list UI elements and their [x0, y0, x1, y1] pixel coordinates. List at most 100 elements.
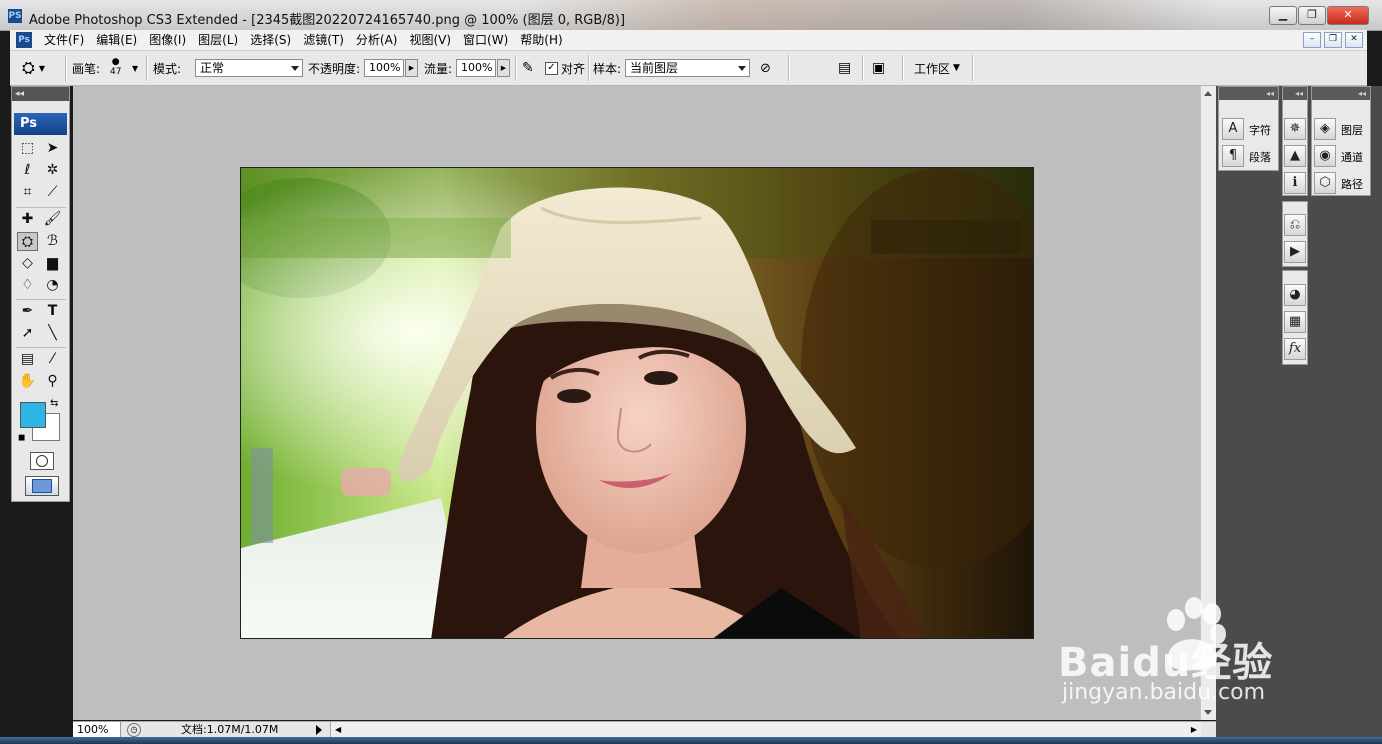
menu-filter[interactable]: 滤镜(T) — [297, 30, 350, 50]
menu-select[interactable]: 选择(S) — [244, 30, 297, 50]
move-tool-icon[interactable]: ➤ — [42, 139, 63, 158]
history-panel-group: ⎌ ▶ — [1282, 201, 1308, 267]
zoom-input[interactable]: 100% — [73, 722, 121, 737]
scroll-left-icon[interactable]: ◀ — [335, 722, 341, 737]
quick-mask-icon — [36, 455, 48, 467]
healing-brush-tool-icon[interactable]: ✚ — [17, 210, 38, 229]
scroll-down-icon[interactable] — [1204, 710, 1212, 715]
close-button[interactable]: ✕ — [1327, 6, 1369, 25]
character-paragraph-panel-group: ◂◂ A 字符 ¶ 段落 — [1218, 86, 1279, 171]
minimize-button[interactable]: ▁ — [1269, 6, 1297, 25]
styles-fx-icon[interactable]: fx — [1284, 338, 1306, 360]
sample-select[interactable]: 当前图层 — [625, 59, 750, 77]
os-taskbar — [0, 737, 1382, 744]
channels-icon[interactable]: ◉ — [1314, 145, 1336, 167]
paths-panel-label[interactable]: 路径 — [1341, 176, 1363, 192]
menu-view[interactable]: 视图(V) — [403, 30, 457, 50]
scroll-up-icon[interactable] — [1204, 91, 1212, 96]
panel-collapse-icon[interactable]: ◂◂ — [1312, 87, 1370, 100]
brush-picker[interactable]: ● 47 — [110, 51, 121, 85]
slice-tool-icon[interactable]: ⟋ — [42, 183, 63, 202]
quick-mask-button[interactable] — [30, 452, 54, 470]
ignore-adjustment-layers-icon[interactable]: ⊘ — [760, 61, 771, 76]
horizontal-scrollbar[interactable]: ◀ ▶ — [330, 722, 1201, 737]
menu-image[interactable]: 图像(I) — [143, 30, 192, 50]
mode-label: 模式: — [153, 61, 182, 76]
crop-tool-icon[interactable]: ⌗ — [17, 183, 38, 202]
aligned-checkbox[interactable]: ✓ 对齐 — [545, 51, 585, 85]
default-colors-icon[interactable]: ◼ — [18, 433, 25, 443]
opacity-input[interactable]: 100% — [364, 59, 404, 77]
doc-minimize-button[interactable]: – — [1303, 32, 1321, 48]
flow-slider-button[interactable]: ▶ — [497, 59, 510, 77]
scroll-right-icon[interactable]: ▶ — [1191, 722, 1197, 737]
histogram-icon[interactable]: ▲ — [1284, 145, 1306, 167]
toolbox-collapse-icon[interactable]: ◂◂ — [12, 87, 69, 101]
clone-stamp-tool-icon: ⛭ — [22, 58, 35, 77]
screen-mode-button[interactable] — [25, 476, 59, 496]
paragraph-icon[interactable]: ¶ — [1222, 145, 1244, 167]
menu-layer[interactable]: 图层(L) — [192, 30, 244, 50]
notes-tool-icon[interactable]: ▤ — [17, 350, 38, 369]
hand-tool-icon[interactable]: ✋ — [17, 372, 38, 391]
path-selection-tool-icon[interactable]: ➚ — [17, 324, 38, 343]
paragraph-panel-label[interactable]: 段落 — [1249, 149, 1271, 165]
workspace-button[interactable]: 工作区 ▼ — [914, 51, 960, 85]
swap-colors-icon[interactable]: ⇆ — [50, 398, 58, 409]
menu-file[interactable]: 文件(F) — [38, 30, 90, 50]
bridge-icon[interactable]: ▣ — [872, 60, 885, 76]
marquee-tool-icon[interactable]: ⬚ — [17, 139, 38, 158]
panel-collapse-icon[interactable]: ◂◂ — [1219, 87, 1278, 100]
flow-input[interactable]: 100% — [456, 59, 496, 77]
swatches-icon[interactable]: ▦ — [1284, 311, 1306, 333]
tool-preset-picker[interactable]: ⛭ ▼ — [22, 51, 45, 85]
layers-icon[interactable]: ◈ — [1314, 118, 1336, 140]
lasso-tool-icon[interactable]: ℓ — [17, 161, 38, 180]
zoom-tool-icon[interactable]: ⚲ — [42, 372, 63, 391]
channels-panel-label[interactable]: 通道 — [1341, 149, 1363, 165]
menu-window[interactable]: 窗口(W) — [457, 30, 514, 50]
foreground-color-swatch[interactable] — [20, 402, 46, 428]
eyedropper-tool-icon[interactable]: ⁄ — [42, 350, 63, 369]
blur-tool-icon[interactable]: ♢ — [17, 276, 38, 295]
dodge-tool-icon[interactable]: ◔ — [42, 276, 63, 295]
status-menu-icon[interactable]: ◷ — [127, 723, 141, 737]
character-icon[interactable]: A — [1222, 118, 1244, 140]
layers-panel-label[interactable]: 图层 — [1341, 122, 1363, 138]
eraser-tool-icon[interactable]: ◇ — [17, 254, 38, 273]
airbrush-icon[interactable]: ✎ — [522, 60, 534, 76]
opacity-slider-button[interactable]: ▶ — [405, 59, 418, 77]
history-brush-tool-icon[interactable]: ℬ — [42, 232, 63, 251]
line-tool-icon[interactable]: ╲ — [42, 324, 63, 343]
menu-analysis[interactable]: 分析(A) — [350, 30, 404, 50]
history-icon[interactable]: ⎌ — [1284, 214, 1306, 236]
mode-select[interactable]: 正常 — [195, 59, 303, 77]
photoshop-logo[interactable]: Ps — [14, 113, 67, 135]
menu-edit[interactable]: 编辑(E) — [90, 30, 143, 50]
brush-tool-icon[interactable]: 🖌 — [42, 210, 63, 229]
color-palette-icon[interactable]: ◕ — [1284, 284, 1306, 306]
flow-label: 流量: — [424, 61, 453, 76]
restore-button[interactable]: ❐ — [1298, 6, 1326, 25]
panel-collapse-icon[interactable]: ◂◂ — [1283, 87, 1307, 100]
character-panel-label[interactable]: 字符 — [1249, 122, 1271, 138]
palette-well-icon[interactable]: ▤ — [838, 60, 851, 76]
paths-icon[interactable]: ⬡ — [1314, 172, 1336, 194]
actions-icon[interactable]: ▶ — [1284, 241, 1306, 263]
status-arrow-icon[interactable] — [316, 725, 322, 735]
gradient-tool-icon[interactable]: ▆ — [42, 254, 63, 273]
document-image[interactable] — [240, 167, 1034, 639]
info-icon[interactable]: ℹ — [1284, 172, 1306, 194]
document-app-icon[interactable]: Ps — [16, 32, 32, 48]
navigator-icon[interactable]: ✵ — [1284, 118, 1306, 140]
vertical-scrollbar[interactable] — [1200, 86, 1216, 720]
clone-stamp-tool-icon[interactable]: ⛭ — [17, 232, 38, 251]
doc-restore-button[interactable]: ❐ — [1324, 32, 1342, 48]
brush-tip-icon: ● — [111, 57, 120, 67]
menu-help[interactable]: 帮助(H) — [514, 30, 568, 50]
type-tool-icon[interactable]: T — [42, 302, 63, 321]
chevron-down-icon[interactable]: ▼ — [132, 64, 138, 73]
doc-close-button[interactable]: ✕ — [1345, 32, 1363, 48]
pen-tool-icon[interactable]: ✒ — [17, 302, 38, 321]
magic-wand-tool-icon[interactable]: ✲ — [42, 161, 63, 180]
